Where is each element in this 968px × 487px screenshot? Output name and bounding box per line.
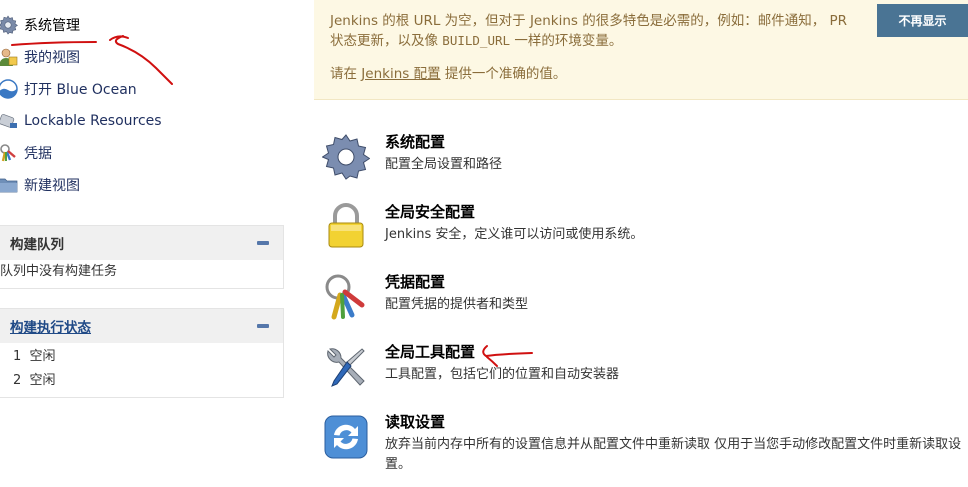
blue-ocean-icon [0,79,18,99]
keys-icon [325,274,365,320]
entry-description: 配置凭据的提供者和类型 [385,297,529,312]
collapse-icon[interactable] [257,324,269,328]
executor-row: 2 空闲 [0,369,283,393]
build-queue-header: 构建队列 [0,226,283,260]
padlock-icon [328,203,364,248]
gear-icon [0,15,18,35]
sidebar-item-my-views[interactable]: 我的视图 [0,44,290,70]
build-url-code: BUILD_URL [442,33,511,48]
manage-entry-global-tools[interactable]: 全局工具配置 工具配置，包括它们的位置和自动安装器 [322,341,968,401]
sidebar-item-label: 系统管理 [24,18,80,34]
collapse-icon[interactable] [257,241,269,245]
entry-title: 全局工具配置 [385,343,476,361]
build-queue-title: 构建队列 [10,237,64,253]
executor-row: 1 空闲 [0,345,283,369]
executor-number: 2 [13,373,22,388]
sidebar-item-label: 我的视图 [24,50,80,66]
entry-description: Jenkins 安全，定义谁可以访问或使用系统。 [385,227,644,242]
sidebar-item-label: 新建视图 [24,178,80,194]
executor-status: 空闲 [29,373,56,388]
sidebar-item-label: 打开 Blue Ocean [24,82,137,98]
keys-icon [0,144,16,162]
entry-description: 放弃当前内存中所有的设置信息并从配置文件中重新读取 仅用于当您手动修改配置文件时… [385,437,962,472]
notice-line-1: Jenkins 的根 URL 为空，但对于 Jenkins 的很多特色是必需的，… [330,13,848,29]
entry-title: 系统配置 [385,133,446,151]
tools-icon [327,348,365,387]
entry-title: 凭据配置 [385,273,446,291]
build-queue-panel: 构建队列 队列中没有构建任务 [0,225,284,289]
sidebar-item-new-view[interactable]: 新建视图 [0,172,290,198]
dismiss-button[interactable]: 不再显示 [877,4,968,37]
entry-title: 全局安全配置 [385,203,476,221]
executor-status-panel: 构建执行状态 1 空闲 2 空闲 [0,308,284,398]
manage-entry-system-config[interactable]: 系统配置 配置全局设置和路径 [322,131,968,191]
manage-entry-global-security[interactable]: 全局安全配置 Jenkins 安全，定义谁可以访问或使用系统。 [322,201,968,261]
executor-status-title[interactable]: 构建执行状态 [10,316,91,336]
sidebar-item-manage-jenkins[interactable]: 系统管理 [0,12,290,38]
jenkins-config-link[interactable]: Jenkins 配置 [361,66,440,82]
build-queue-empty-text: 队列中没有构建任务 [0,264,118,279]
notice-line-3: 请在 Jenkins 配置 提供一个准确的值。 [330,64,566,84]
entry-title: 读取设置 [385,413,446,431]
entry-description: 工具配置，包括它们的位置和自动安装器 [385,367,620,382]
sidebar-item-blue-ocean[interactable]: 打开 Blue Ocean [0,76,290,102]
notice-text: 一样的环境变量。 [510,33,623,49]
manage-entry-reload-config[interactable]: 读取设置 放弃当前内存中所有的设置信息并从配置文件中重新读取 仅用于当您手动修改… [322,411,968,481]
entry-description: 配置全局设置和路径 [385,157,503,172]
lock-device-icon [0,114,17,128]
executor-number: 1 [13,349,22,364]
sidebar-item-label: 凭据 [24,146,52,162]
sidebar-item-lockable-resources[interactable]: Lockable Resources [0,108,290,134]
notice-text: 状态更新，以及像 [330,33,443,49]
sidebar-item-credentials[interactable]: 凭据 [0,140,290,166]
manage-entry-credentials[interactable]: 凭据配置 配置凭据的提供者和类型 [322,271,968,331]
sidebar-item-label: Lockable Resources [24,113,162,129]
reload-icon [324,415,368,459]
folder-icon [0,178,18,193]
notice-text: 提供一个准确的值。 [440,66,567,82]
root-url-notice: Jenkins 的根 URL 为空，但对于 Jenkins 的很多特色是必需的，… [314,0,968,100]
executor-status-header: 构建执行状态 [0,309,283,343]
user-icon [0,48,18,66]
executor-status: 空闲 [29,349,56,364]
notice-text: 请在 [330,66,362,82]
gear-icon [322,134,370,180]
notice-line-2: 状态更新，以及像 BUILD_URL 一样的环境变量。 [330,31,622,51]
